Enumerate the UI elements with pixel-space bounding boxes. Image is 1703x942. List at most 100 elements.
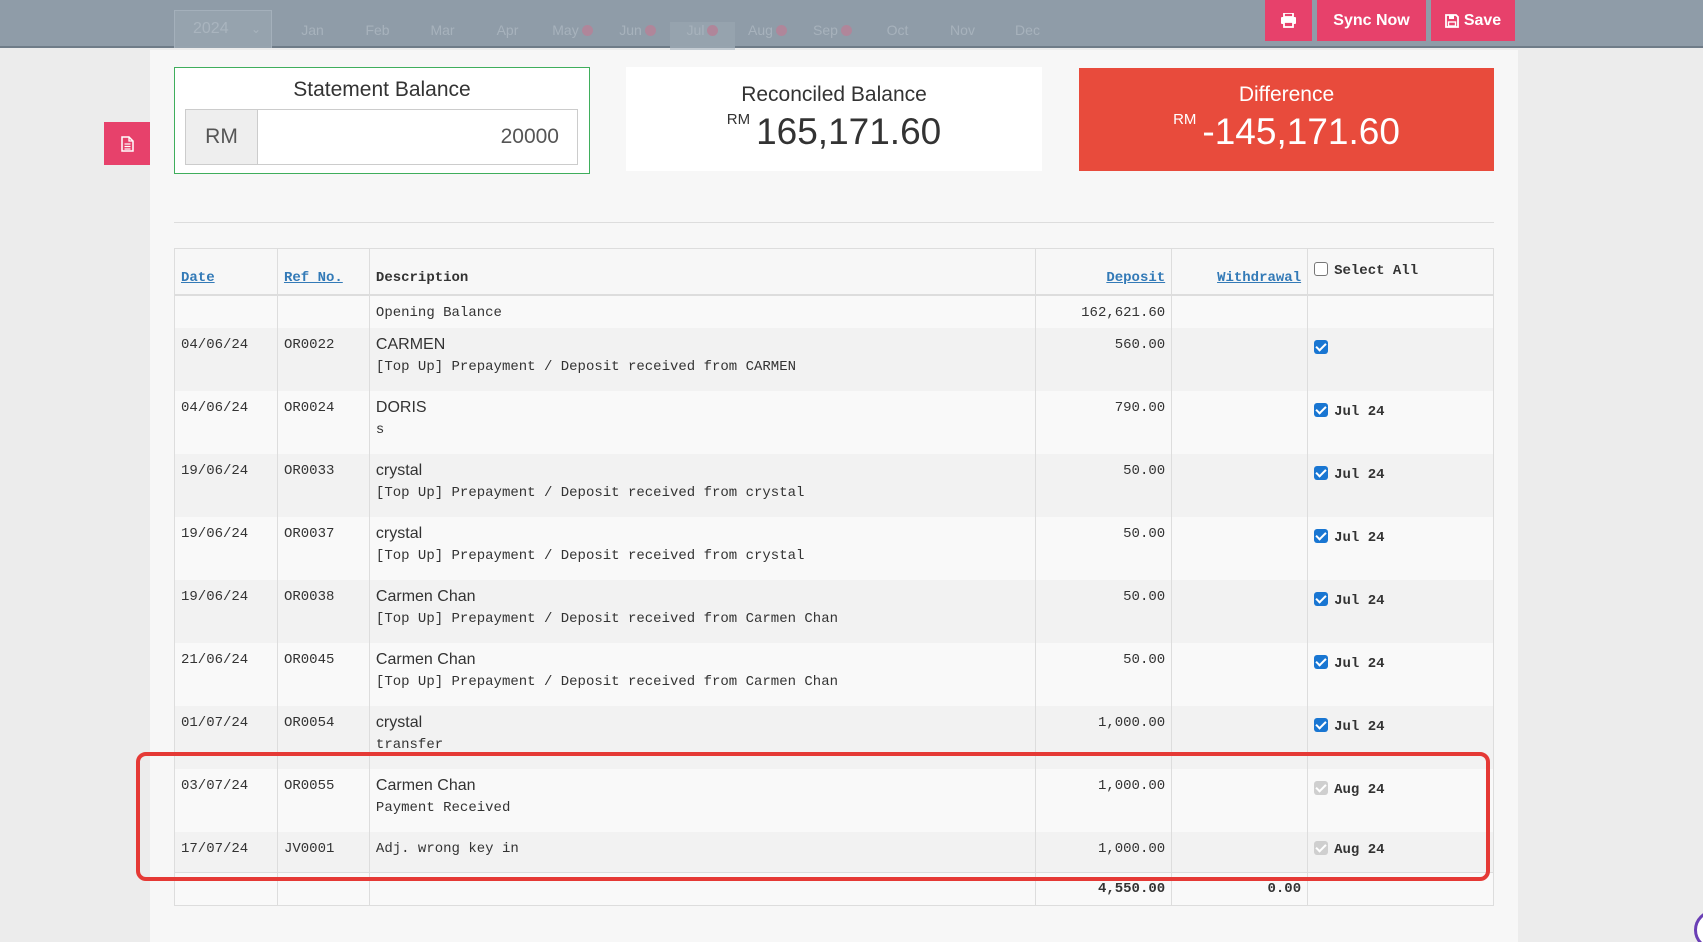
row-month: Jul 24: [1334, 403, 1385, 420]
statement-balance-input[interactable]: [258, 110, 577, 164]
row-month: Jul 24: [1334, 655, 1385, 672]
row-date: 04/06/24: [174, 390, 278, 454]
table-row: 19/06/24 OR0033 crystal [Top Up] Prepayme…: [174, 453, 1494, 517]
floppy-disk-icon: [1444, 13, 1459, 28]
save-label: Save: [1463, 11, 1502, 29]
print-button[interactable]: [1265, 0, 1312, 41]
table-row: 19/06/24 OR0037 crystal [Top Up] Prepayme…: [174, 516, 1494, 580]
row-ref: OR0037: [276, 516, 370, 580]
statement-balance-group: RM: [185, 109, 578, 165]
row-checkbox[interactable]: [1314, 339, 1329, 354]
row-deposit: 50.00: [1035, 516, 1173, 580]
row-description: crystal [Top Up] Prepayment / Deposit rec…: [368, 453, 1037, 517]
divider: [174, 222, 1494, 223]
difference-card: Difference RM -145,171.60: [1079, 68, 1494, 171]
tab-month-mar[interactable]: Mar: [410, 22, 475, 50]
chat-widget-button[interactable]: [1694, 910, 1703, 942]
tab-month-may[interactable]: May: [540, 22, 605, 50]
sort-date-link[interactable]: Date: [181, 270, 215, 286]
tab-month-jun[interactable]: Jun: [605, 22, 670, 50]
reconciled-balance-value: 165,171.60: [756, 111, 942, 152]
save-button[interactable]: Save: [1431, 0, 1515, 41]
row-checkbox[interactable]: [1314, 528, 1329, 543]
document-icon: [120, 135, 134, 152]
difference-title: Difference: [1238, 83, 1335, 106]
opening-balance-deposit: 162,621.60: [1035, 294, 1173, 328]
select-all-header[interactable]: Select All: [1307, 248, 1494, 296]
row-ref: OR0045: [276, 642, 370, 706]
date-column-header[interactable]: Date: [174, 248, 278, 296]
month-tabs: Jan Feb Mar Apr May Jun Jul Aug Sep Oct …: [280, 22, 1060, 50]
row-deposit: 50.00: [1035, 642, 1173, 706]
row-select[interactable]: Jul 24: [1307, 642, 1494, 706]
row-select[interactable]: [1307, 327, 1494, 391]
row-date: 19/06/24: [174, 579, 278, 643]
difference-amount: RM -145,171.60: [1079, 111, 1494, 153]
row-deposit: 560.00: [1035, 327, 1173, 391]
tab-month-nov[interactable]: Nov: [930, 22, 995, 50]
statement-balance-card: Statement Balance RM: [174, 67, 590, 174]
tab-month-dec[interactable]: Dec: [995, 22, 1060, 50]
row-checkbox[interactable]: [1314, 591, 1329, 606]
row-ref: OR0024: [276, 390, 370, 454]
side-document-tab[interactable]: [104, 122, 150, 165]
tab-month-apr[interactable]: Apr: [475, 22, 540, 50]
tab-month-jul[interactable]: Jul: [670, 22, 735, 50]
ref-column-header[interactable]: Ref No.: [276, 248, 370, 296]
difference-value: -145,171.60: [1202, 111, 1400, 152]
row-checkbox[interactable]: [1314, 465, 1329, 480]
row-select[interactable]: Jul 24: [1307, 579, 1494, 643]
status-dot-icon: [644, 25, 656, 36]
description-column-header: Description: [368, 248, 1037, 296]
row-deposit: 790.00: [1035, 390, 1173, 454]
year-value: 2024: [193, 20, 229, 37]
status-dot-icon: [775, 25, 787, 36]
tab-month-oct[interactable]: Oct: [865, 22, 930, 50]
currency-label: RM: [1173, 111, 1197, 128]
row-date: 19/06/24: [174, 453, 278, 517]
highlight-annotation-box: [136, 752, 1490, 881]
sync-now-button[interactable]: Sync Now: [1317, 0, 1426, 41]
currency-addon: RM: [186, 110, 258, 164]
sort-deposit-link[interactable]: Deposit: [1106, 270, 1165, 286]
row-month: Jul 24: [1334, 529, 1385, 546]
table-row: 21/06/24 OR0045 Carmen Chan [Top Up] Prep…: [174, 642, 1494, 706]
reconciled-balance-title: Reconciled Balance: [741, 83, 927, 106]
sort-ref-link[interactable]: Ref No.: [284, 270, 343, 286]
top-toolbar: 2024 ⌄ Jan Feb Mar Apr May Jun Jul Aug S…: [0, 0, 1703, 50]
row-ref: OR0022: [276, 327, 370, 391]
opening-balance-row: Opening Balance 162,621.60: [174, 294, 1494, 328]
row-select[interactable]: Jul 24: [1307, 516, 1494, 580]
row-checkbox[interactable]: [1314, 717, 1329, 732]
reconciled-balance-card: Reconciled Balance RM 165,171.60: [626, 67, 1042, 171]
row-month: Jul 24: [1334, 466, 1385, 483]
tab-month-feb[interactable]: Feb: [345, 22, 410, 50]
row-select[interactable]: Jul 24: [1307, 453, 1494, 517]
row-select[interactable]: Jul 24: [1307, 390, 1494, 454]
row-checkbox[interactable]: [1314, 402, 1329, 417]
statement-balance-title: Statement Balance: [293, 78, 471, 101]
row-month: Jul 24: [1334, 718, 1385, 735]
select-all-label: Select All: [1334, 263, 1419, 280]
tab-month-jan[interactable]: Jan: [280, 22, 345, 50]
row-checkbox[interactable]: [1314, 654, 1329, 669]
row-description: CARMEN [Top Up] Prepayment / Deposit rece…: [368, 327, 1037, 391]
row-description: Carmen Chan [Top Up] Prepayment / Deposit…: [368, 642, 1037, 706]
row-description: Carmen Chan [Top Up] Prepayment / Deposit…: [368, 579, 1037, 643]
row-date: 04/06/24: [174, 327, 278, 391]
withdrawal-column-header[interactable]: Withdrawal: [1171, 248, 1309, 296]
table-row: 04/06/24 OR0024 DORIS s 790.00 Jul 24: [174, 390, 1494, 454]
year-select[interactable]: 2024 ⌄: [174, 10, 272, 48]
sort-withdrawal-link[interactable]: Withdrawal: [1217, 270, 1301, 286]
row-ref: OR0033: [276, 453, 370, 517]
row-date: 19/06/24: [174, 516, 278, 580]
row-description: crystal [Top Up] Prepayment / Deposit rec…: [368, 516, 1037, 580]
table-row: 04/06/24 OR0022 CARMEN [Top Up] Prepaymen…: [174, 327, 1494, 391]
tab-month-aug[interactable]: Aug: [735, 22, 800, 50]
table-row: 19/06/24 OR0038 Carmen Chan [Top Up] Prep…: [174, 579, 1494, 643]
row-month: Jul 24: [1334, 592, 1385, 609]
select-all-checkbox[interactable]: [1314, 262, 1329, 277]
tab-month-sep[interactable]: Sep: [800, 22, 865, 50]
deposit-column-header[interactable]: Deposit: [1035, 248, 1173, 296]
row-date: 21/06/24: [174, 642, 278, 706]
